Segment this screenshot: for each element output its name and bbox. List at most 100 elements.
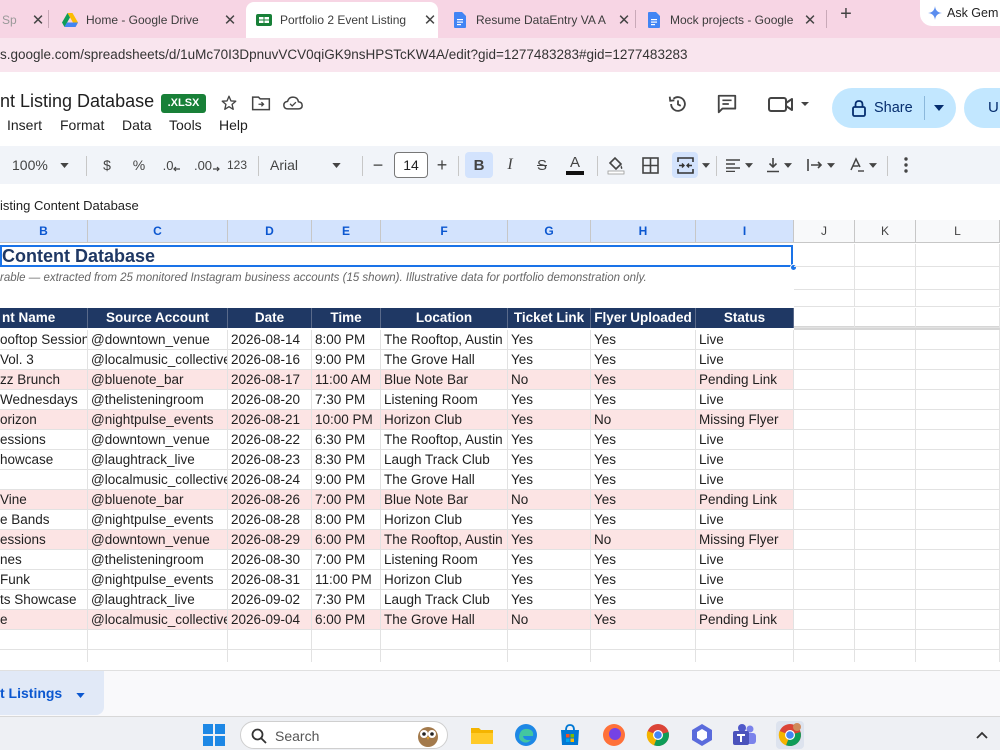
empty-cell[interactable]: [591, 630, 696, 650]
teams-icon[interactable]: [730, 721, 758, 749]
empty-cell[interactable]: [916, 530, 1000, 550]
empty-cell[interactable]: [916, 350, 1000, 370]
owl-widget-icon[interactable]: [414, 721, 442, 749]
more-formats-button[interactable]: 123: [226, 146, 248, 184]
table-cell[interactable]: Yes: [591, 510, 696, 530]
empty-cell[interactable]: [855, 470, 916, 490]
copilot-icon[interactable]: [688, 721, 716, 749]
font-select[interactable]: Arial: [270, 146, 352, 184]
percent-format-button[interactable]: %: [129, 146, 149, 184]
empty-cell[interactable]: [855, 650, 916, 662]
empty-cell[interactable]: [696, 650, 794, 662]
empty-cell[interactable]: [794, 650, 855, 662]
windows-start-icon[interactable]: [200, 721, 228, 749]
table-cell[interactable]: Live: [696, 470, 794, 490]
empty-cell[interactable]: [228, 630, 312, 650]
column-header-d[interactable]: D: [228, 220, 312, 243]
table-cell[interactable]: @localmusic_collective: [88, 350, 228, 370]
empty-cell[interactable]: [855, 570, 916, 590]
empty-cell[interactable]: [794, 490, 855, 510]
table-cell[interactable]: 2026-08-22: [228, 430, 312, 450]
empty-cell[interactable]: [855, 410, 916, 430]
table-cell[interactable]: Live: [696, 550, 794, 570]
browser-tab-mock-projects[interactable]: Mock projects - Google ✕: [646, 2, 818, 38]
table-cell[interactable]: 2026-09-04: [228, 610, 312, 630]
table-cell[interactable]: Yes: [591, 330, 696, 350]
table-cell[interactable]: No: [508, 370, 591, 390]
table-cell[interactable]: Vine: [0, 490, 88, 510]
empty-cell[interactable]: [508, 630, 591, 650]
empty-cell[interactable]: [916, 430, 1000, 450]
table-cell[interactable]: 6:00 PM: [312, 610, 381, 630]
vertical-align-button[interactable]: [762, 146, 796, 184]
column-header-f[interactable]: F: [381, 220, 508, 243]
table-cell[interactable]: Yes: [508, 350, 591, 370]
font-size-input[interactable]: 14: [394, 152, 428, 178]
empty-cell[interactable]: [916, 287, 1000, 307]
empty-cell[interactable]: [916, 490, 1000, 510]
more-options-icon[interactable]: [896, 146, 916, 184]
table-cell[interactable]: Horizon Club: [381, 510, 508, 530]
table-cell[interactable]: 7:30 PM: [312, 590, 381, 610]
table-cell[interactable]: howcase: [0, 450, 88, 470]
table-cell[interactable]: Funk: [0, 570, 88, 590]
table-cell[interactable]: Live: [696, 430, 794, 450]
table-cell[interactable]: Yes: [508, 590, 591, 610]
empty-cell[interactable]: [855, 370, 916, 390]
table-cell[interactable]: Yes: [508, 330, 591, 350]
table-cell[interactable]: Live: [696, 390, 794, 410]
table-cell[interactable]: 10:00 PM: [312, 410, 381, 430]
browser-tab-drive[interactable]: Home - Google Drive ✕: [62, 2, 238, 38]
empty-cell[interactable]: [855, 350, 916, 370]
table-cell[interactable]: 8:00 PM: [312, 330, 381, 350]
empty-cell[interactable]: [855, 308, 916, 328]
column-header-j[interactable]: J: [794, 220, 855, 243]
menu-insert[interactable]: Insert: [7, 117, 42, 133]
empty-cell[interactable]: [855, 630, 916, 650]
decrease-decimal-button[interactable]: .0: [160, 146, 184, 184]
empty-cell[interactable]: [916, 630, 1000, 650]
table-cell[interactable]: 2026-08-29: [228, 530, 312, 550]
empty-cell[interactable]: [794, 630, 855, 650]
table-cell[interactable]: e: [0, 610, 88, 630]
table-cell[interactable]: Yes: [591, 610, 696, 630]
table-cell[interactable]: 2026-09-02: [228, 590, 312, 610]
table-cell[interactable]: @thelisteningroom: [88, 390, 228, 410]
close-icon[interactable]: ✕: [616, 11, 632, 29]
table-cell[interactable]: The Rooftop, Austin: [381, 330, 508, 350]
table-cell[interactable]: 9:00 PM: [312, 350, 381, 370]
table-cell[interactable]: Live: [696, 510, 794, 530]
empty-cell[interactable]: [312, 630, 381, 650]
close-icon[interactable]: ✕: [422, 11, 438, 29]
table-cell[interactable]: 7:00 PM: [312, 490, 381, 510]
table-cell[interactable]: essions: [0, 430, 88, 450]
table-cell[interactable]: 7:30 PM: [312, 390, 381, 410]
empty-cell[interactable]: [855, 550, 916, 570]
move-folder-icon[interactable]: [250, 92, 272, 114]
table-cell[interactable]: 11:00 AM: [312, 370, 381, 390]
empty-cell[interactable]: [855, 244, 916, 267]
column-header-l[interactable]: L: [916, 220, 1000, 243]
table-header-cell[interactable]: Date: [228, 308, 312, 328]
empty-cell[interactable]: [794, 287, 855, 307]
text-color-button[interactable]: A: [562, 146, 588, 184]
table-cell[interactable]: Listening Room: [381, 550, 508, 570]
firefox-icon[interactable]: [600, 721, 628, 749]
url-text[interactable]: s.google.com/spreadsheets/d/1uMc70I3Dpnu…: [0, 47, 687, 62]
table-cell[interactable]: ooftop Session: [0, 330, 88, 350]
empty-cell[interactable]: [381, 650, 508, 662]
table-cell[interactable]: Wednesdays: [0, 390, 88, 410]
table-cell[interactable]: Laugh Track Club: [381, 590, 508, 610]
menu-format[interactable]: Format: [60, 117, 104, 133]
table-cell[interactable]: Listening Room: [381, 390, 508, 410]
table-cell[interactable]: The Rooftop, Austin: [381, 430, 508, 450]
table-cell[interactable]: 2026-08-14: [228, 330, 312, 350]
empty-cell[interactable]: [916, 410, 1000, 430]
column-header-h[interactable]: H: [591, 220, 696, 243]
bold-button[interactable]: B: [465, 152, 493, 178]
table-cell[interactable]: Yes: [508, 530, 591, 550]
empty-cell[interactable]: [855, 390, 916, 410]
empty-cell[interactable]: [855, 330, 916, 350]
table-cell[interactable]: No: [508, 610, 591, 630]
table-cell[interactable]: Laugh Track Club: [381, 450, 508, 470]
